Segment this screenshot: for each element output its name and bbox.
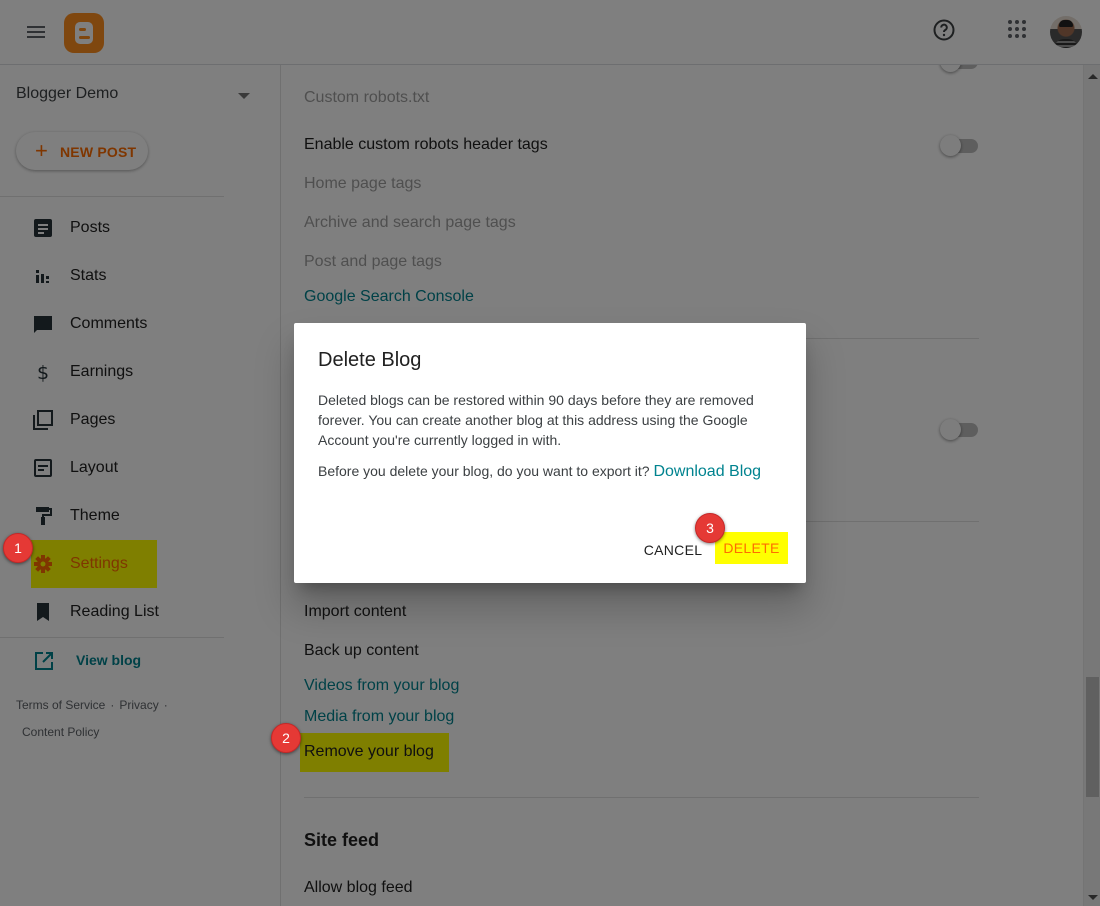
- delete-button[interactable]: DELETE: [715, 532, 788, 564]
- export-prompt: Before you delete your blog, do you want…: [318, 463, 761, 481]
- delete-blog-dialog: Delete Blog Deleted blogs can be restore…: [294, 323, 806, 583]
- step-badge-2: 2: [271, 723, 301, 753]
- download-blog-link[interactable]: Download Blog: [653, 463, 761, 480]
- step-badge-3: 3: [695, 513, 725, 543]
- step-badge-1: 1: [3, 533, 33, 563]
- dialog-title: Delete Blog: [318, 349, 422, 371]
- export-prompt-text: Before you delete your blog, do you want…: [318, 463, 650, 479]
- dialog-body: Deleted blogs can be restored within 90 …: [318, 392, 754, 448]
